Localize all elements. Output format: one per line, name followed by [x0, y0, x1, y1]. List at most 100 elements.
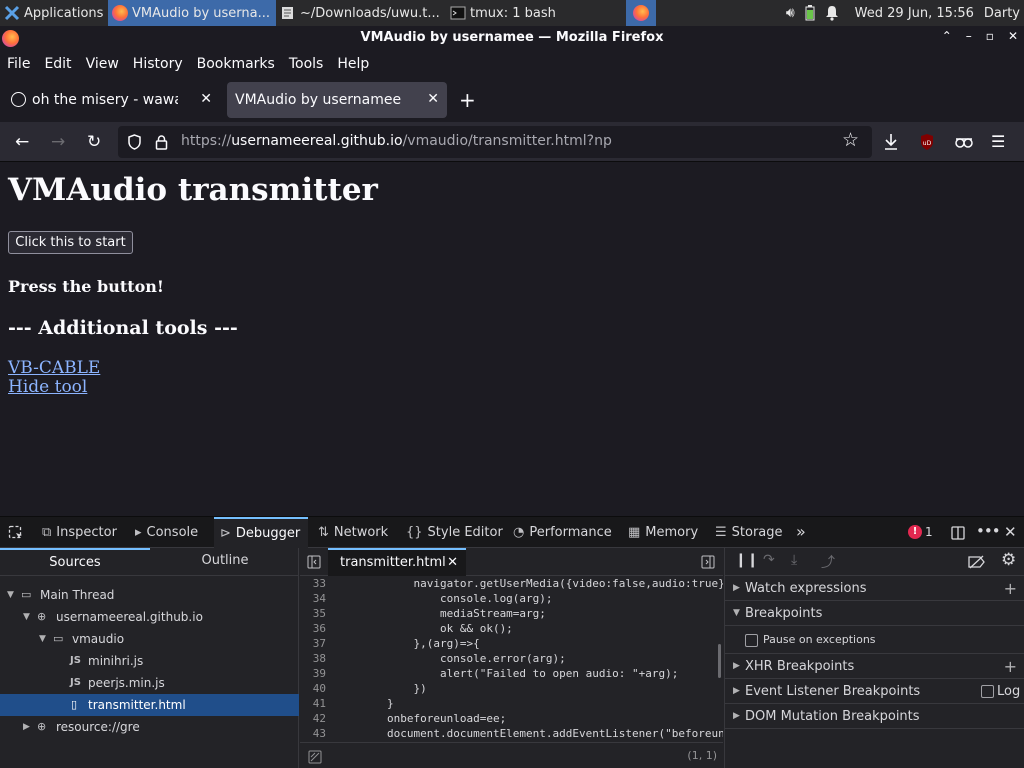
pause-on-exceptions-checkbox[interactable]: [745, 634, 758, 647]
url-host: usernameereal.github.io: [231, 133, 403, 149]
code-view[interactable]: 33 navigator.getUserMedia({video:false,a…: [300, 576, 723, 742]
user-name[interactable]: Darty: [984, 6, 1020, 21]
workspace-switcher[interactable]: [626, 0, 656, 26]
add-watch-icon[interactable]: +: [1004, 576, 1017, 601]
tree-resource[interactable]: ▶ ⊕ resource://gre: [0, 716, 299, 738]
devtools-tab-style-editor[interactable]: {} Style Editor: [406, 517, 503, 548]
forward-icon[interactable]: →: [51, 132, 65, 152]
event-listener-breakpoints-section[interactable]: ▶ Event Listener Breakpoints Log: [725, 679, 1024, 704]
tab-sources[interactable]: Sources: [0, 548, 150, 576]
hide-tool-link[interactable]: Hide tool: [8, 377, 87, 397]
devtools-tab-inspector[interactable]: ⧉ Inspector: [42, 517, 117, 548]
url-scheme: https://: [181, 133, 232, 149]
battery-icon[interactable]: [805, 5, 815, 21]
tab-vmaudio[interactable]: VMAudio by usernamee ✕: [227, 82, 447, 118]
window-icon: ▭: [21, 588, 32, 601]
tracking-protection-shield-icon[interactable]: [127, 134, 142, 150]
tree-file-peerjs[interactable]: JS peerjs.min.js: [0, 672, 299, 694]
tree-main-thread[interactable]: ▼ ▭ Main Thread: [0, 584, 299, 606]
taskbar-task-editor[interactable]: ~/Downloads/uwu.t...: [276, 0, 446, 26]
globe-icon: ⊕: [37, 610, 47, 623]
minimize-icon[interactable]: –: [966, 29, 972, 43]
menu-view[interactable]: View: [86, 56, 119, 72]
devtools-tab-performance[interactable]: ◔ Performance: [513, 517, 612, 548]
section-label: Breakpoints: [745, 606, 823, 621]
tab-close-icon[interactable]: ✕: [427, 91, 439, 107]
pretty-print-icon[interactable]: [308, 750, 322, 764]
collapsed-arrow-icon: ▶: [733, 661, 740, 671]
devtools-options-icon[interactable]: •••: [976, 522, 1001, 540]
tree-domain[interactable]: ▼ ⊕ usernameereal.github.io: [0, 606, 299, 628]
new-tab-icon[interactable]: +: [459, 88, 476, 112]
error-count-icon[interactable]: !: [908, 525, 922, 539]
tree-file-transmitter[interactable]: ▯ transmitter.html: [0, 694, 299, 716]
deactivate-breakpoints-icon[interactable]: [968, 555, 986, 569]
devtools-tab-network[interactable]: ⇅ Network: [318, 517, 388, 548]
pause-icon[interactable]: ❙❙: [735, 552, 758, 568]
watch-expressions-section[interactable]: ▶ Watch expressions +: [725, 576, 1024, 601]
toggle-right-panel-icon[interactable]: [701, 555, 715, 569]
xhr-breakpoints-section[interactable]: ▶ XHR Breakpoints +: [725, 654, 1024, 679]
more-tabs-chevron-icon[interactable]: »: [796, 522, 806, 541]
code-scrollbar[interactable]: [718, 644, 721, 678]
devtools-tab-console[interactable]: ▸ Console: [135, 517, 198, 548]
devtools-tab-memory[interactable]: ▦ Memory: [628, 517, 698, 548]
editor-tab-close-icon[interactable]: ✕: [447, 550, 458, 576]
breakpoints-section[interactable]: ▼ Breakpoints: [725, 601, 1024, 626]
expand-arrow-icon[interactable]: ▼: [23, 606, 30, 628]
back-icon[interactable]: ←: [15, 132, 29, 152]
tab-misery[interactable]: oh the misery - wawa cat ✕: [6, 82, 220, 118]
notification-bell-icon[interactable]: [825, 5, 839, 21]
step-over-icon[interactable]: ↷: [763, 552, 775, 568]
start-button[interactable]: Click this to start: [8, 231, 133, 254]
devtools-tab-debugger[interactable]: ⊳ Debugger: [214, 517, 308, 548]
vb-cable-link[interactable]: VB-CABLE: [8, 358, 100, 378]
editor-tab-transmitter[interactable]: transmitter.html ✕: [328, 548, 466, 576]
maximize-icon[interactable]: ▫: [986, 29, 994, 43]
element-picker-icon[interactable]: [8, 525, 24, 541]
clock[interactable]: Wed 29 Jun, 15:56: [855, 6, 974, 21]
expand-arrow-icon[interactable]: ▼: [7, 584, 14, 606]
expand-arrow-icon[interactable]: ▶: [23, 716, 30, 738]
step-out-icon[interactable]: ⤴: [821, 552, 835, 572]
url-text[interactable]: https://usernameereal.github.io/vmaudio/…: [181, 133, 612, 149]
system-tray: 🔊︎ Wed 29 Jun, 15:56 Darty: [786, 0, 1024, 26]
tree-folder-vmaudio[interactable]: ▼ ▭ vmaudio: [0, 628, 299, 650]
dom-mutation-breakpoints-section[interactable]: ▶ DOM Mutation Breakpoints: [725, 704, 1024, 729]
tab-outline[interactable]: Outline: [150, 548, 300, 576]
menu-bookmarks[interactable]: Bookmarks: [197, 56, 275, 72]
taskbar-task-terminal[interactable]: tmux: 1 bash: [446, 0, 616, 26]
expand-arrow-icon[interactable]: ▼: [39, 628, 46, 650]
lock-icon[interactable]: [155, 134, 168, 150]
menu-tools[interactable]: Tools: [289, 56, 324, 72]
collapse-icon[interactable]: ⌃: [942, 29, 952, 43]
menu-history[interactable]: History: [133, 56, 183, 72]
reload-icon[interactable]: ↻: [87, 132, 101, 152]
private-browsing-mask-icon[interactable]: [954, 134, 974, 150]
step-in-icon[interactable]: ⤓: [791, 552, 797, 568]
url-bar[interactable]: https://usernameereal.github.io/vmaudio/…: [118, 126, 872, 158]
taskbar-task-firefox[interactable]: VMAudio by userna...: [108, 0, 276, 26]
ublock-origin-icon[interactable]: uD: [919, 133, 935, 151]
pause-on-exceptions-row[interactable]: Pause on exceptions: [725, 626, 1024, 654]
section-label: Watch expressions: [745, 581, 867, 596]
dock-side-icon[interactable]: [950, 525, 966, 541]
devtools-tab-storage[interactable]: ☰ Storage: [715, 517, 783, 548]
line-text: alert("Failed to open audio: "+arg);: [334, 667, 679, 680]
debugger-settings-gear-icon[interactable]: ⚙: [1001, 550, 1016, 570]
hamburger-menu-icon[interactable]: ☰: [991, 132, 1005, 152]
tab-close-icon[interactable]: ✕: [200, 91, 212, 107]
add-xhr-breakpoint-icon[interactable]: +: [1004, 654, 1017, 679]
menu-edit[interactable]: Edit: [44, 56, 71, 72]
downloads-icon[interactable]: [883, 133, 899, 151]
menu-help[interactable]: Help: [337, 56, 369, 72]
applications-menu[interactable]: Applications: [0, 0, 108, 26]
volume-icon[interactable]: 🔊︎: [786, 5, 795, 21]
tree-file-minihri[interactable]: JS minihri.js: [0, 650, 299, 672]
close-icon[interactable]: ✕: [1008, 29, 1018, 43]
toggle-sources-icon[interactable]: [307, 555, 321, 569]
menu-file[interactable]: File: [7, 56, 30, 72]
devtools-close-icon[interactable]: ✕: [1004, 523, 1017, 541]
bookmark-star-icon[interactable]: ☆: [842, 129, 859, 151]
log-checkbox[interactable]: [981, 685, 994, 698]
